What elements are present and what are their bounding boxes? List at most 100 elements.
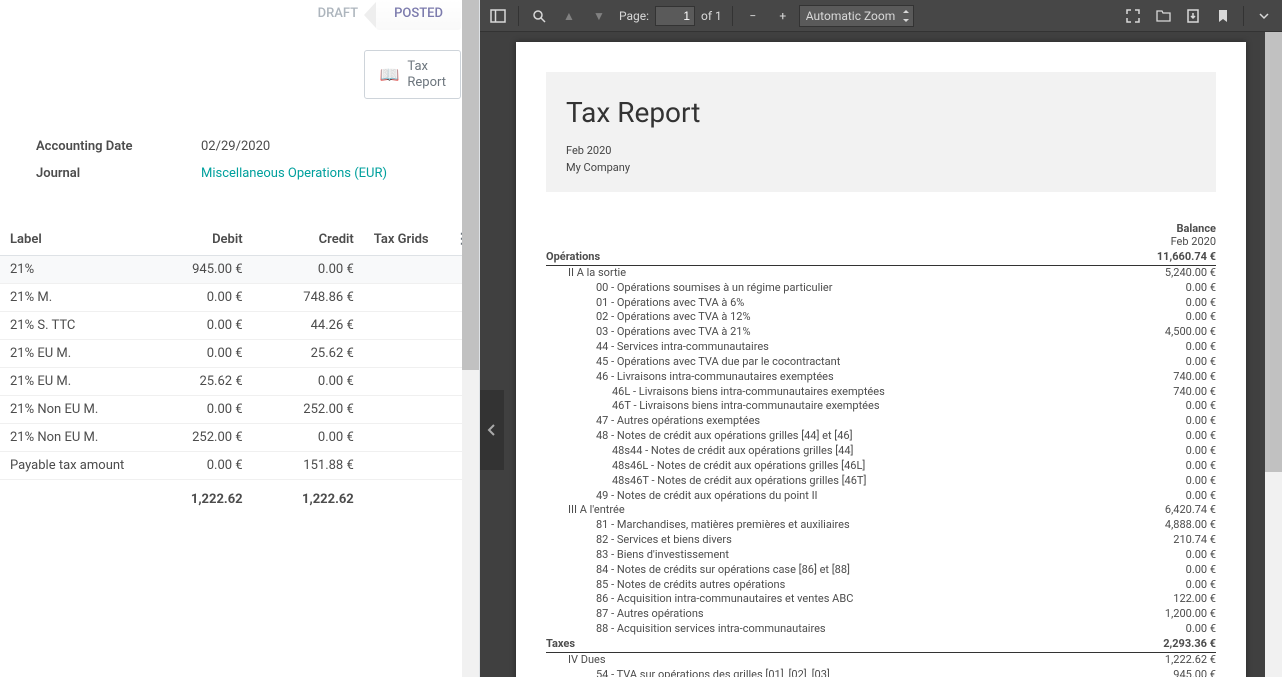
- page-input[interactable]: [655, 6, 695, 26]
- report-line: Opérations 11,660.74 €: [546, 250, 1216, 266]
- cell-credit: 748.86 €: [253, 284, 364, 312]
- table-row[interactable]: 21% EU M.25.62 €0.00 €: [0, 368, 479, 396]
- table-row[interactable]: 21% EU M.0.00 €25.62 €: [0, 340, 479, 368]
- line-label: 48s46T - Notes de crédit aux opérations …: [612, 474, 866, 489]
- line-label: 49 - Notes de crédit aux opérations du p…: [596, 489, 818, 504]
- line-label: 47 - Autres opérations exemptées: [596, 414, 760, 429]
- cell-credit: 25.62 €: [253, 340, 364, 368]
- report-line: 46T - Livraisons biens intra-communautai…: [546, 399, 1216, 414]
- cell-grids: [364, 368, 445, 396]
- download-icon[interactable]: [1179, 2, 1207, 30]
- line-label: 01 - Opérations avec TVA à 6%: [596, 296, 744, 311]
- report-lines: Opérations11,660.74 €II A la sortie5,240…: [546, 250, 1216, 677]
- cell-label: 21% EU M.: [0, 340, 141, 368]
- tax-report-button[interactable]: 📖 Tax Report: [364, 50, 461, 99]
- cell-label: Payable tax amount: [0, 452, 141, 480]
- cell-grids: [364, 312, 445, 340]
- cell-credit: 151.88 €: [253, 452, 364, 480]
- cell-grids: [364, 424, 445, 452]
- cell-label: 21%: [0, 256, 141, 284]
- line-label: 46T - Livraisons biens intra-communautai…: [612, 399, 880, 414]
- zoom-in-icon[interactable]: +: [769, 2, 797, 30]
- line-amount: 0.00 €: [1178, 281, 1216, 296]
- line-amount: 0.00 €: [1178, 622, 1216, 637]
- cell-debit: 0.00 €: [141, 340, 252, 368]
- open-file-icon[interactable]: [1149, 2, 1177, 30]
- cell-credit: 0.00 €: [253, 368, 364, 396]
- bookmark-icon[interactable]: [1209, 2, 1237, 30]
- collapse-handle[interactable]: [480, 390, 504, 470]
- left-scrollbar-thumb[interactable]: [462, 0, 479, 370]
- page-down-icon[interactable]: ▼: [585, 2, 613, 30]
- line-amount: 122.00 €: [1165, 592, 1216, 607]
- cell-debit: 945.00 €: [141, 256, 252, 284]
- report-line: IV Dues1,222.62 €: [546, 653, 1216, 668]
- balance-period: Feb 2020: [546, 235, 1216, 248]
- pdf-viewer: ▲ ▼ Page: of 1 − + Automatic Zoom Tax Re…: [480, 0, 1282, 677]
- journal-link[interactable]: Miscellaneous Operations (EUR): [201, 166, 387, 181]
- status-posted[interactable]: POSTED: [376, 0, 461, 30]
- report-line: 46 - Livraisons intra-communautaires exe…: [546, 370, 1216, 385]
- table-row[interactable]: 21% Non EU M.252.00 €0.00 €: [0, 424, 479, 452]
- report-line: 48s46T - Notes de crédit aux opérations …: [546, 474, 1216, 489]
- total-debit: 1,222.62: [141, 480, 252, 514]
- cell-label: 21% S. TTC: [0, 312, 141, 340]
- table-row[interactable]: 21% Non EU M.0.00 €252.00 €: [0, 396, 479, 424]
- line-label: 82 - Services et biens divers: [596, 533, 732, 548]
- line-label: 00 - Opérations soumises à un régime par…: [596, 281, 832, 296]
- search-icon[interactable]: [525, 2, 553, 30]
- report-line: 44 - Services intra-communautaires0.00 €: [546, 340, 1216, 355]
- line-amount: 740.00 €: [1165, 370, 1216, 385]
- table-row[interactable]: 21% S. TTC0.00 €44.26 €: [0, 312, 479, 340]
- line-label: 84 - Notes de crédits sur opérations cas…: [596, 563, 850, 578]
- report-line: 03 - Opérations avec TVA à 21%4,500.00 €: [546, 325, 1216, 340]
- col-tax-grids: Tax Grids: [364, 223, 445, 256]
- report-line: 83 - Biens d'investissement0.00 €: [546, 548, 1216, 563]
- cell-label: 21% Non EU M.: [0, 424, 141, 452]
- zoom-select[interactable]: Automatic Zoom: [799, 5, 914, 27]
- table-row[interactable]: 21% M.0.00 €748.86 €: [0, 284, 479, 312]
- right-scrollbar-thumb[interactable]: [1265, 32, 1282, 472]
- cell-credit: 0.00 €: [253, 424, 364, 452]
- cell-debit: 0.00 €: [141, 452, 252, 480]
- left-scrollbar[interactable]: [462, 0, 479, 677]
- cell-grids: [364, 340, 445, 368]
- line-amount: 0.00 €: [1178, 296, 1216, 311]
- line-label: 54 - TVA sur opérations des grilles [01]…: [596, 668, 830, 677]
- more-tools-icon[interactable]: [1250, 2, 1278, 30]
- page-total: of 1: [697, 9, 726, 23]
- line-label: Opérations: [546, 250, 600, 265]
- line-amount: 945.00 €: [1165, 668, 1216, 677]
- cell-grids: [364, 396, 445, 424]
- pdf-page: Tax Report Feb 2020 My Company Balance F…: [516, 42, 1246, 677]
- report-line: 88 - Acquisition services intra-communau…: [546, 622, 1216, 637]
- accounting-date-value: 02/29/2020: [201, 139, 270, 154]
- page-up-icon[interactable]: ▲: [555, 2, 583, 30]
- line-label: 87 - Autres opérations: [596, 607, 704, 622]
- cell-label: 21% M.: [0, 284, 141, 312]
- line-amount: 4,888.00 €: [1157, 518, 1216, 533]
- line-label: 44 - Services intra-communautaires: [596, 340, 769, 355]
- cell-debit: 0.00 €: [141, 312, 252, 340]
- cell-credit: 44.26 €: [253, 312, 364, 340]
- line-label: 48 - Notes de crédit aux opérations gril…: [596, 429, 853, 444]
- pdf-viewport[interactable]: Tax Report Feb 2020 My Company Balance F…: [480, 32, 1282, 677]
- sidebar-toggle-icon[interactable]: [484, 2, 512, 30]
- report-period: Feb 2020: [566, 143, 1196, 160]
- line-amount: 0.00 €: [1178, 444, 1216, 459]
- line-label: II A la sortie: [568, 266, 626, 281]
- report-header: Tax Report Feb 2020 My Company: [546, 72, 1216, 192]
- line-amount: 0.00 €: [1178, 578, 1216, 593]
- fullscreen-icon[interactable]: [1119, 2, 1147, 30]
- table-row[interactable]: Payable tax amount0.00 €151.88 €: [0, 452, 479, 480]
- line-label: IV Dues: [568, 653, 606, 668]
- balance-label: Balance: [546, 222, 1216, 235]
- line-amount: 11,660.74 €: [1149, 250, 1216, 265]
- total-credit: 1,222.62: [253, 480, 364, 514]
- report-line: 85 - Notes de crédits autres opérations0…: [546, 578, 1216, 593]
- cell-debit: 25.62 €: [141, 368, 252, 396]
- right-scrollbar[interactable]: [1265, 32, 1282, 677]
- col-debit: Debit: [141, 223, 252, 256]
- table-row[interactable]: 21%945.00 €0.00 €: [0, 256, 479, 284]
- zoom-out-icon[interactable]: −: [739, 2, 767, 30]
